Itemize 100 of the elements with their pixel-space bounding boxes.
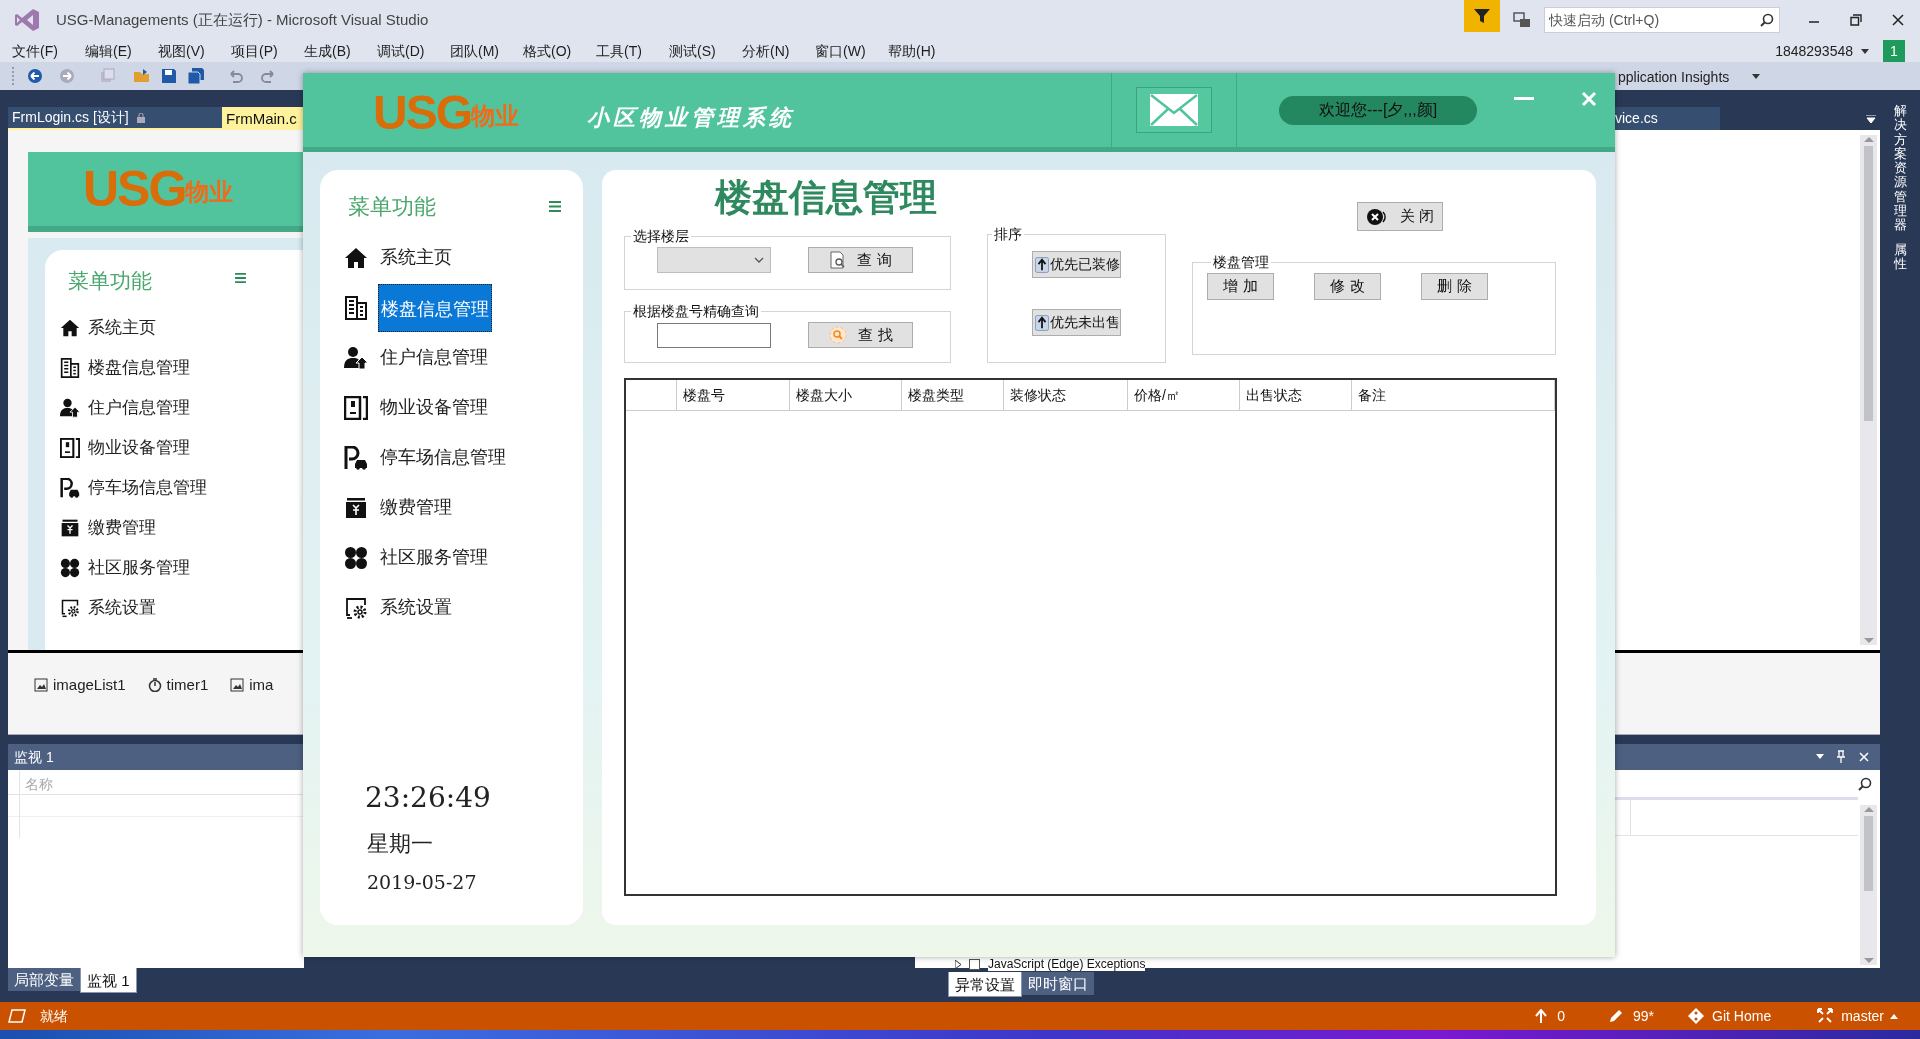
welcome-label: 欢迎您---[夕,,,颜] <box>1279 95 1477 125</box>
changes-count[interactable]: 99* <box>1633 1005 1655 1027</box>
scrollbar[interactable] <box>1860 805 1877 965</box>
filter-button[interactable] <box>1464 0 1500 32</box>
search-button[interactable]: 查 找 <box>808 322 913 348</box>
scrollbar[interactable] <box>1860 135 1877 645</box>
panel-tab[interactable]: 监视 1 <box>80 968 137 993</box>
clover-icon <box>60 558 80 578</box>
dropdown-icon[interactable] <box>1816 754 1824 759</box>
menu-item[interactable]: 工具(T) <box>588 40 661 62</box>
menu-item[interactable]: 分析(N) <box>734 40 807 62</box>
timer-icon <box>147 678 162 693</box>
menu-item[interactable]: 住户信息管理 <box>88 395 190 421</box>
document-tab[interactable]: vice.cs <box>1615 107 1720 130</box>
component-name[interactable]: imageList1 <box>53 674 126 697</box>
menu-item[interactable]: 系统主页 <box>378 244 454 271</box>
component-name[interactable]: timer1 <box>166 674 209 697</box>
group-label: 选择楼层 <box>632 227 690 246</box>
panel-tab[interactable]: 即时窗口 <box>1022 972 1094 995</box>
delete-button[interactable]: 删 除 <box>1421 273 1488 300</box>
save-all-icon[interactable] <box>187 67 205 85</box>
building-number-field[interactable] <box>657 322 771 348</box>
component-name[interactable]: ima <box>249 674 274 697</box>
dropdown-icon[interactable] <box>1861 48 1869 54</box>
panel-tab[interactable]: 局部变量 <box>8 968 80 991</box>
document-tab[interactable]: FrmLogin.cs [设计] <box>8 107 222 130</box>
logo-text: 物业 <box>185 178 234 205</box>
repository-name[interactable]: Git Home <box>1712 1005 1772 1027</box>
pencil-icon[interactable] <box>1609 1009 1624 1023</box>
menu-item[interactable]: 编辑(E) <box>77 40 150 62</box>
panel-tab[interactable]: 异常设置 <box>948 972 1022 997</box>
menu-item[interactable]: 系统设置 <box>88 595 156 621</box>
edit-button[interactable]: 修 改 <box>1314 273 1381 300</box>
account-name[interactable]: 1848293548 <box>1775 40 1853 62</box>
open-folder-icon[interactable] <box>133 68 151 84</box>
up-arrow-icon[interactable] <box>1535 1009 1548 1023</box>
menu-item[interactable]: 帮助(H) <box>880 40 953 62</box>
exception-name[interactable]: JavaScript (Edge) Exceptions <box>988 958 1146 971</box>
menu-item[interactable]: 团队(M) <box>442 40 515 62</box>
group-label: 排序 <box>993 225 1023 244</box>
dropdown-icon[interactable] <box>1752 74 1760 79</box>
menu-item[interactable]: 楼盘信息管理 <box>88 355 190 381</box>
menu-item[interactable]: 缴费管理 <box>378 494 454 521</box>
menu-item[interactable]: 物业设备管理 <box>378 394 490 421</box>
git-icon[interactable] <box>1688 1008 1705 1024</box>
menu-title: 菜单功能 <box>348 193 436 221</box>
menu-item[interactable]: 视图(V) <box>150 40 223 62</box>
menu-item[interactable]: 系统主页 <box>88 315 156 341</box>
close-button[interactable]: 关 闭 <box>1357 202 1443 231</box>
building-icon <box>344 295 368 320</box>
menu-item[interactable]: 楼盘信息管理 <box>378 283 492 332</box>
push-count[interactable]: 0 <box>1557 1005 1566 1027</box>
expand-icon[interactable] <box>955 960 961 969</box>
up-arrow-icon <box>1035 255 1049 274</box>
feedback-icon[interactable] <box>1512 10 1532 30</box>
sort-button[interactable]: 优先已装修 <box>1032 251 1121 278</box>
close-icon[interactable] <box>1892 14 1904 26</box>
quick-launch-field[interactable]: 快速启动 (Ctrl+Q) <box>1544 7 1780 33</box>
caret-icon[interactable] <box>1890 1013 1898 1019</box>
menu-item[interactable]: 文件(F) <box>4 40 77 62</box>
pin-icon[interactable] <box>1836 750 1846 763</box>
undo-icon[interactable] <box>227 68 243 84</box>
application-insights-button[interactable]: pplication Insights <box>1618 67 1730 88</box>
menu-item[interactable]: 物业设备管理 <box>88 435 190 461</box>
sort-button[interactable]: 优先未出售 <box>1032 309 1121 336</box>
branch-name[interactable]: master <box>1841 1005 1884 1027</box>
restore-icon[interactable] <box>1850 14 1862 26</box>
menu-item[interactable]: 系统设置 <box>378 594 454 621</box>
menu-item[interactable]: 住户信息管理 <box>378 344 490 371</box>
menu-item[interactable]: 停车场信息管理 <box>88 475 207 501</box>
menu-item[interactable]: 项目(P) <box>223 40 296 62</box>
side-panel-tab[interactable]: 解决方案资源管理器 <box>1893 104 1907 233</box>
menu-item[interactable]: 窗口(W) <box>807 40 880 62</box>
save-icon[interactable] <box>161 68 177 84</box>
building-icon <box>60 358 80 378</box>
redo-icon[interactable] <box>261 68 277 84</box>
notification-badge[interactable]: 1 <box>1883 40 1905 62</box>
menu-icon[interactable] <box>549 201 561 212</box>
checkbox[interactable] <box>969 959 980 970</box>
add-button[interactable]: 增 加 <box>1207 273 1274 300</box>
menu-icon[interactable] <box>235 273 246 283</box>
menu-item[interactable]: 社区服务管理 <box>378 544 490 571</box>
menu-item[interactable]: 调试(D) <box>369 40 442 62</box>
message-button[interactable] <box>1136 87 1212 133</box>
side-panel-tab[interactable]: 属性 <box>1893 242 1907 272</box>
search-icon[interactable] <box>1858 777 1872 791</box>
document-tab[interactable]: FrmMain.c <box>222 107 303 130</box>
chevron-down-icon <box>754 257 764 263</box>
dropdown-icon[interactable] <box>1866 114 1876 123</box>
menu-item[interactable]: 生成(B) <box>296 40 369 62</box>
back-icon[interactable] <box>27 68 43 84</box>
menu-item[interactable]: 格式(O) <box>515 40 588 62</box>
cash-box-icon <box>344 495 368 520</box>
menu-item[interactable]: 缴费管理 <box>88 515 156 541</box>
menu-item[interactable]: 测试(S) <box>661 40 734 62</box>
menu-item[interactable]: 社区服务管理 <box>88 555 190 581</box>
query-button[interactable]: 查 询 <box>808 247 913 273</box>
branch-icon[interactable] <box>1817 1008 1834 1024</box>
menu-item[interactable]: 停车场信息管理 <box>378 444 508 471</box>
envelope-icon <box>1149 93 1199 127</box>
